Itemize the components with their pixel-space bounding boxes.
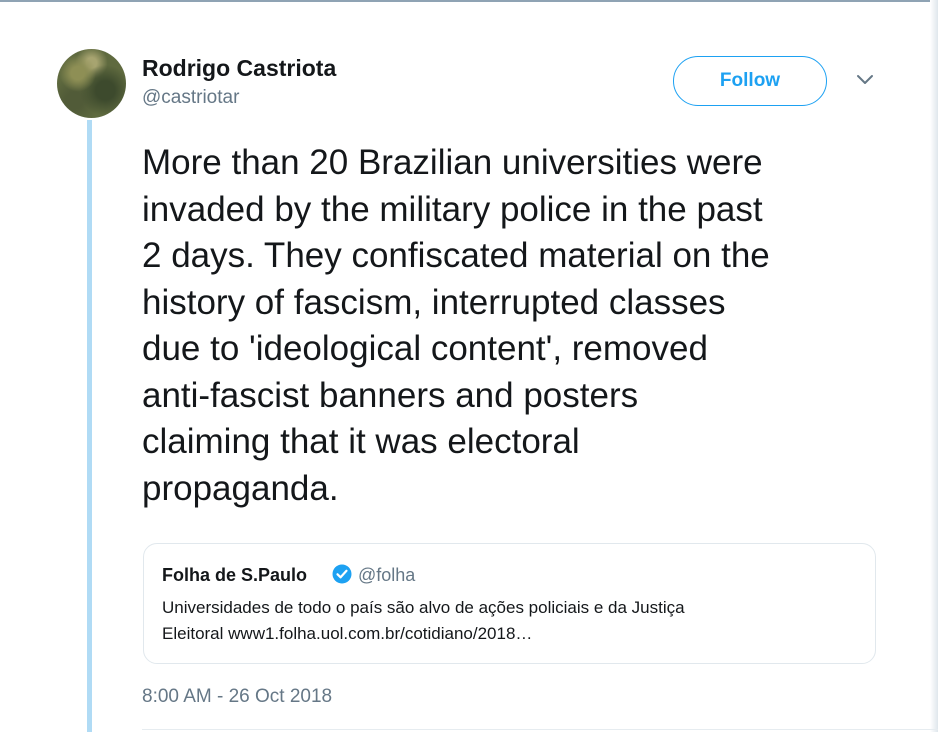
quoted-text-line: Universidades de todo o país são alvo de…	[162, 598, 685, 617]
quoted-author-handle: @folha	[358, 565, 416, 585]
tweet-text-line: claiming that it was electoral	[142, 422, 580, 461]
avatar[interactable]	[57, 49, 126, 118]
tweet-text-line: invaded by the military police in the pa…	[142, 189, 763, 229]
chevron-down-icon[interactable]	[855, 73, 875, 87]
top-border	[0, 0, 938, 2]
tweet-text-line: More than 20 Brazilian universities were	[142, 143, 763, 182]
follow-button-label: Follow	[719, 70, 781, 91]
verified-badge-icon	[332, 564, 352, 584]
tweet-text-line: history of fascism, interrupted classes	[142, 282, 726, 322]
tweet-text-line: propaganda.	[142, 468, 339, 508]
author-handle[interactable]: @castriotar	[142, 87, 239, 109]
tweet-text: More than 20 Brazilian universities were…	[142, 140, 902, 512]
tweet-text-line: anti-fascist banners and posters	[142, 375, 639, 415]
right-edge-shadow	[930, 0, 938, 732]
quoted-tweet-text: Universidades de todo o país são alvo de…	[162, 595, 852, 647]
author-name[interactable]: Rodrigo Castriota	[142, 55, 336, 82]
quoted-tweet-card[interactable]: Folha de S.Paulo @folha Universidades de…	[143, 543, 876, 664]
tweet-text-line: due to 'ideological content', removed	[142, 329, 708, 368]
divider	[142, 729, 938, 730]
quoted-text-line[interactable]: Eleitoral www1.folha.uol.com.br/cotidian…	[162, 621, 852, 647]
thread-connector-line	[87, 120, 92, 732]
tweet-timestamp[interactable]: 8:00 AM - 26 Oct 2018	[142, 686, 332, 708]
tweet-text-line: 2 days. They confiscated material on the	[142, 236, 770, 275]
follow-button[interactable]: Follow	[673, 56, 827, 106]
quoted-author-name: Folha de S.Paulo	[162, 565, 308, 585]
